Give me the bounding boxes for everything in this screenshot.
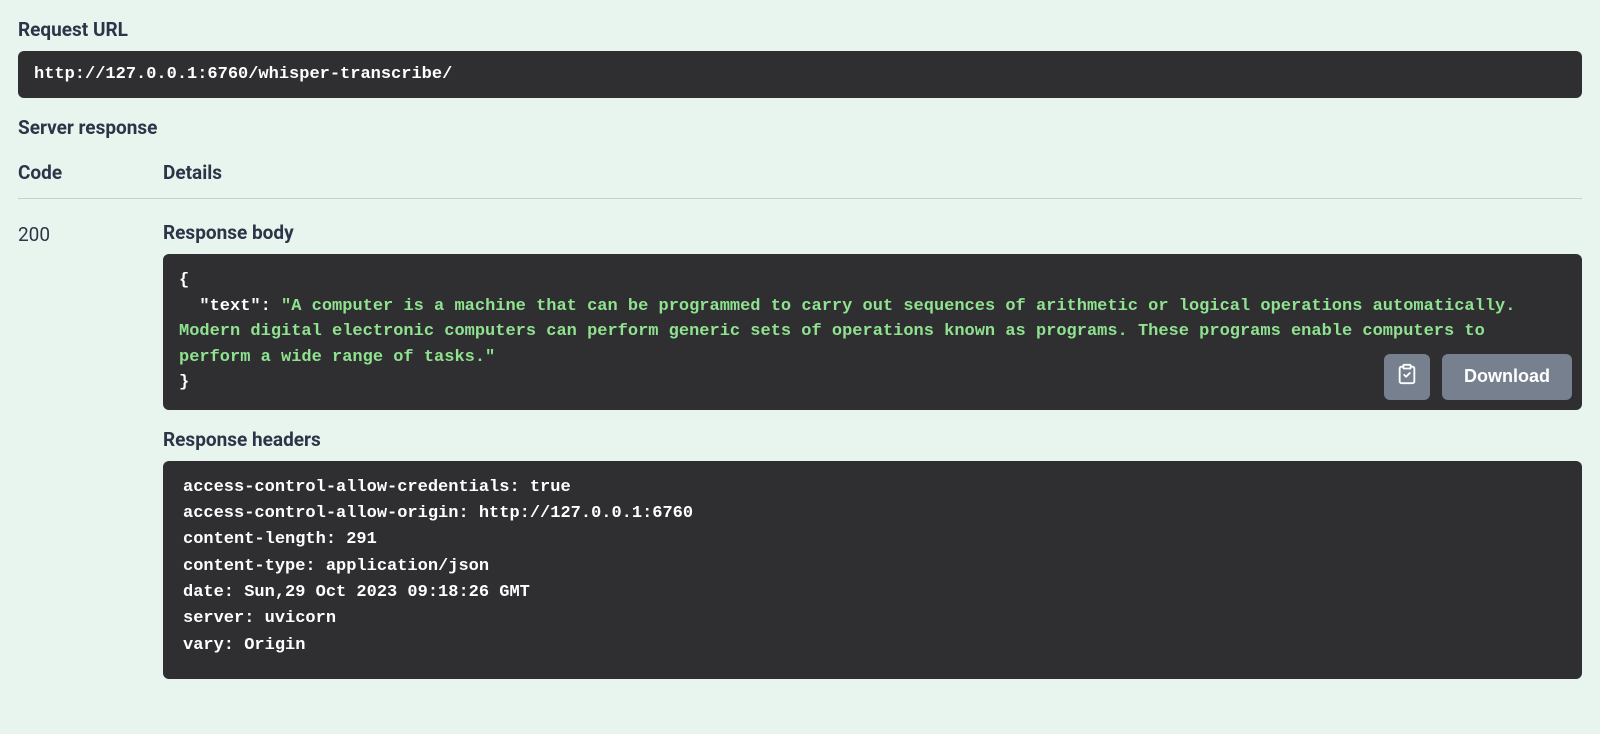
response-header-line: content-length: 291 xyxy=(183,527,1562,553)
response-body-json: { "text": "A computer is a machine that … xyxy=(179,268,1566,396)
details-content: Response body { "text": "A computer is a… xyxy=(163,221,1582,679)
copy-button[interactable] xyxy=(1384,354,1430,400)
response-header-line: vary: Origin xyxy=(183,633,1562,659)
response-headers-label: Response headers xyxy=(163,428,1582,451)
json-value-text: "A computer is a machine that can be pro… xyxy=(179,297,1526,367)
code-column-header: Code xyxy=(18,161,163,184)
download-button[interactable]: Download xyxy=(1442,354,1572,400)
divider xyxy=(18,198,1582,199)
response-header-line: server: uvicorn xyxy=(183,606,1562,632)
details-column-header: Details xyxy=(163,161,1582,184)
clipboard-icon xyxy=(1396,363,1418,390)
status-code: 200 xyxy=(18,221,163,679)
response-header-line: access-control-allow-origin: http://127.… xyxy=(183,501,1562,527)
response-body-actions: Download xyxy=(1384,354,1572,400)
request-url-label: Request URL xyxy=(18,18,1582,41)
response-body-label: Response body xyxy=(163,221,1582,244)
response-headers-box: access-control-allow-credentials: true a… xyxy=(163,461,1582,679)
response-body-box: { "text": "A computer is a machine that … xyxy=(163,254,1582,410)
request-url-value: http://127.0.0.1:6760/whisper-transcribe… xyxy=(18,51,1582,98)
response-header-line: access-control-allow-credentials: true xyxy=(183,475,1562,501)
server-response-label: Server response xyxy=(18,116,1582,139)
response-header-line: content-type: application/json xyxy=(183,554,1562,580)
response-header-line: date: Sun,29 Oct 2023 09:18:26 GMT xyxy=(183,580,1562,606)
response-row: 200 Response body { "text": "A computer … xyxy=(18,221,1582,679)
json-key-text: "text" xyxy=(199,297,260,316)
